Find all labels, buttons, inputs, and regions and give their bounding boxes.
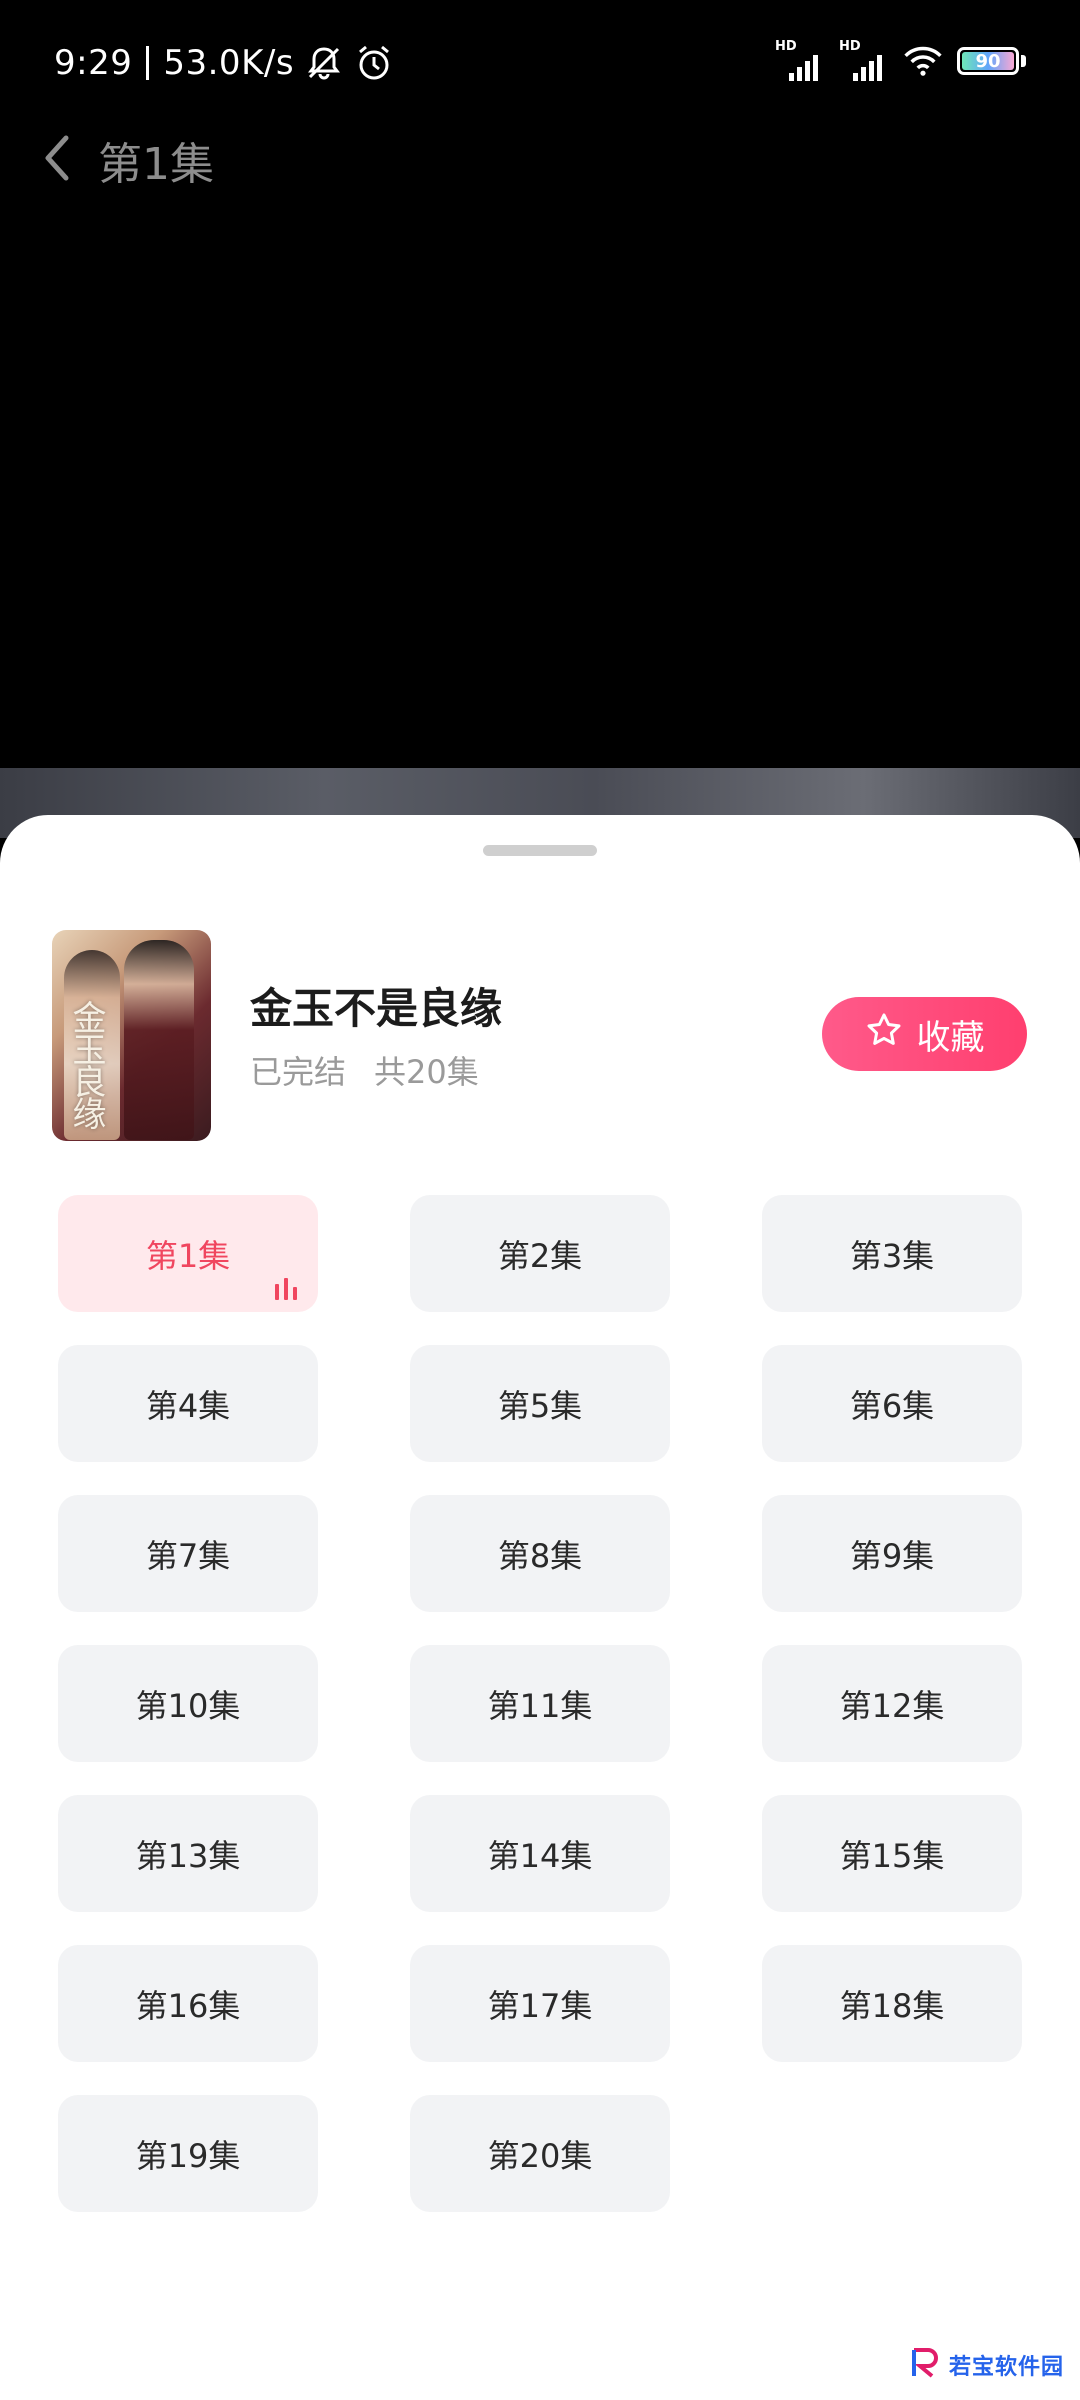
chevron-left-icon[interactable] (40, 132, 74, 188)
bell-off-icon (304, 43, 344, 83)
signal-icon: HD (839, 39, 889, 83)
episode-label: 第18集 (839, 1986, 945, 2025)
status-divider (146, 46, 150, 80)
status-left: 9:29 53.0K/s (54, 38, 394, 88)
drag-handle[interactable] (483, 845, 597, 856)
episode-tile[interactable]: 第14集 (410, 1795, 670, 1912)
watermark: 若宝软件园 (909, 2346, 1064, 2384)
star-icon (865, 1011, 903, 1058)
battery-level: 90 (975, 50, 1001, 72)
episode-tile[interactable]: 第9集 (762, 1495, 1022, 1612)
playing-bars-icon (274, 1270, 298, 1300)
status-right: HD HD 90 (775, 36, 1026, 86)
episode-count: 共20集 (374, 1053, 479, 1091)
episode-label: 第1集 (145, 1236, 231, 1275)
episode-tile[interactable]: 第11集 (410, 1645, 670, 1762)
wifi-icon (903, 41, 943, 81)
episode-label: 第19集 (135, 2136, 241, 2175)
episode-tile[interactable]: 第15集 (762, 1795, 1022, 1912)
episode-label: 第20集 (487, 2136, 593, 2175)
battery-tip (1021, 55, 1026, 67)
episode-tile[interactable]: 第16集 (58, 1945, 318, 2062)
episode-tile[interactable]: 第7集 (58, 1495, 318, 1612)
episode-label: 第2集 (497, 1236, 583, 1275)
episode-tile[interactable]: 第20集 (410, 2095, 670, 2212)
episode-label: 第10集 (135, 1686, 241, 1725)
battery-icon: 90 (957, 47, 1019, 75)
episode-grid: 第1集 第2集 第3集第4集 第5集 第6集第7集 第8集 第9集第10集 第11集 第12集第… (58, 1195, 1022, 2212)
episode-label: 第3集 (849, 1236, 935, 1275)
episode-label: 第16集 (135, 1986, 241, 2025)
poster-title: 金玉良缘 (66, 1000, 106, 1128)
video-top-bar: 第1集 (40, 125, 214, 195)
episode-label: 第14集 (487, 1836, 593, 1875)
alarm-icon (354, 43, 394, 83)
watermark-text: 若宝软件园 (948, 2355, 1064, 2380)
episode-tile[interactable]: 第18集 (762, 1945, 1022, 2062)
episode-label: 第12集 (839, 1686, 945, 1725)
episode-tile[interactable]: 第13集 (58, 1795, 318, 1912)
drama-poster: 金玉良缘 (52, 930, 211, 1141)
episode-tile[interactable]: 第4集 (58, 1345, 318, 1462)
video-episode-title: 第1集 (98, 139, 214, 190)
episode-label: 第11集 (487, 1686, 593, 1725)
episode-tile[interactable]: 第8集 (410, 1495, 670, 1612)
episode-label: 第8集 (497, 1536, 583, 1575)
episode-tile[interactable]: 第12集 (762, 1645, 1022, 1762)
favorite-label: 收藏 (916, 1017, 985, 1058)
watermark-logo-icon (909, 2346, 943, 2384)
episode-label: 第13集 (135, 1836, 241, 1875)
episode-tile[interactable]: 第1集 (58, 1195, 318, 1312)
episode-tile[interactable]: 第10集 (58, 1645, 318, 1762)
status-bar: 9:29 53.0K/s HD HD 90 (0, 0, 1080, 120)
poster-figure (124, 940, 194, 1140)
drama-status: 已完结 (250, 1053, 347, 1091)
drama-title: 金玉不是良缘 (250, 984, 503, 1033)
episode-label: 第15集 (839, 1836, 945, 1875)
episode-label: 第7集 (145, 1536, 231, 1575)
favorite-button[interactable]: 收藏 (822, 997, 1027, 1071)
episode-sheet: 金玉良缘 金玉不是良缘 已完结 共20集 收藏 第1集 第2集 第3集 第4集 第5集第… (0, 815, 1080, 2400)
drama-meta: 已完结 共20集 (250, 1047, 479, 1093)
episode-tile[interactable]: 第5集 (410, 1345, 670, 1462)
episode-tile[interactable]: 第19集 (58, 2095, 318, 2212)
episode-label: 第5集 (497, 1386, 583, 1425)
episode-tile[interactable]: 第3集 (762, 1195, 1022, 1312)
signal-icon: HD (775, 39, 825, 83)
episode-label: 第4集 (145, 1386, 231, 1425)
episode-tile[interactable]: 第2集 (410, 1195, 670, 1312)
episode-label: 第17集 (487, 1986, 593, 2025)
episode-tile[interactable]: 第17集 (410, 1945, 670, 2062)
status-time: 9:29 (54, 43, 133, 83)
episode-label: 第9集 (849, 1536, 935, 1575)
episode-label: 第6集 (849, 1386, 935, 1425)
network-speed: 53.0K/s (163, 43, 295, 83)
episode-tile[interactable]: 第6集 (762, 1345, 1022, 1462)
